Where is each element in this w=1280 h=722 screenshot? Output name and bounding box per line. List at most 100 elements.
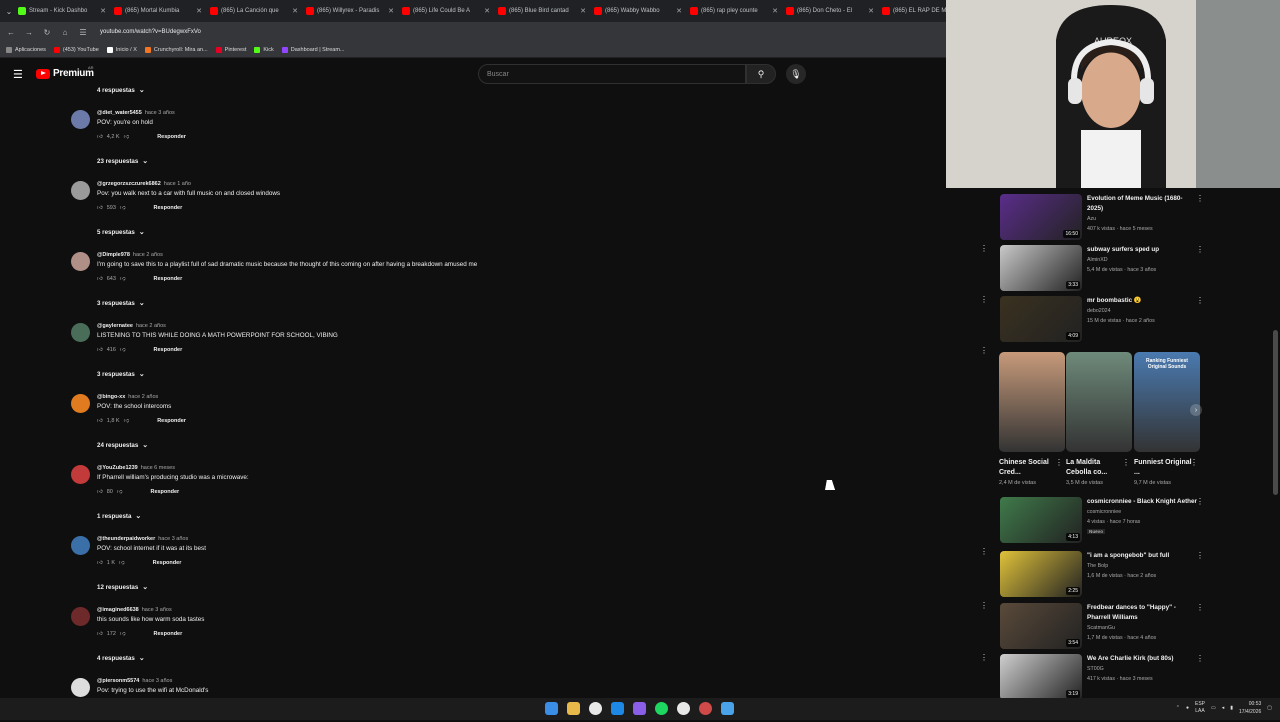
battery-icon[interactable]: ▮ (1230, 705, 1233, 711)
close-icon[interactable]: ✕ (196, 7, 202, 15)
browser-tab[interactable]: (865) rap pley counte ✕ (686, 1, 782, 21)
comment-author[interactable]: @grzegorzszczurek6862 (97, 181, 161, 187)
video-title[interactable]: Fredbear dances to "Happy" - Pharrell Wi… (1087, 604, 1176, 621)
network-icon[interactable]: ▭ (1211, 705, 1216, 711)
steam-icon[interactable] (611, 702, 624, 715)
app-icon[interactable] (699, 702, 712, 715)
video-channel[interactable]: ScatmanGu (1087, 623, 1197, 633)
more-options-icon[interactable]: ⋮ (1196, 654, 1204, 663)
more-options-icon[interactable]: ⋮ (1196, 194, 1204, 203)
comment-author[interactable]: @imagined6638 (97, 607, 139, 613)
reply-button[interactable]: Responder (154, 631, 183, 637)
replies-toggle[interactable]: 4 respuestas ⌄ (97, 86, 145, 94)
video-channel[interactable]: ST00G (1087, 664, 1197, 674)
tab-search-icon[interactable]: ⌄ (4, 7, 14, 16)
browser-tab[interactable]: (865) La Canción que ✕ (206, 1, 302, 21)
comment-time[interactable]: hace 1 año (164, 181, 191, 187)
comment-time[interactable]: hace 3 años (142, 607, 172, 613)
dislike-icon[interactable]: 👎︎ (124, 418, 130, 424)
chrome-active-icon[interactable] (677, 702, 690, 715)
video-title[interactable]: subway surfers sped up (1087, 246, 1159, 253)
menu-icon[interactable]: ☰ (13, 68, 23, 81)
short-title[interactable]: La Maldita Cebolla co... (1066, 458, 1126, 478)
like-icon[interactable]: 👍︎ (97, 276, 103, 282)
clock[interactable]: 00:53 17/4/2026 (1239, 700, 1261, 716)
chevron-right-icon[interactable]: › (1190, 404, 1202, 416)
avatar[interactable] (71, 536, 90, 555)
close-icon[interactable]: ✕ (868, 7, 874, 15)
reply-button[interactable]: Responder (150, 489, 179, 495)
reply-button[interactable]: Responder (153, 560, 182, 566)
browser-tab[interactable]: (865) Wabby Wabbo ✕ (590, 1, 686, 21)
video-thumbnail[interactable]: 3:33 (1000, 245, 1082, 291)
short-thumbnail[interactable] (999, 352, 1065, 452)
replies-toggle[interactable]: 24 respuestas ⌄ (97, 441, 148, 449)
discord-icon[interactable] (633, 702, 646, 715)
bookmark-item[interactable]: Pinterest (215, 46, 246, 53)
more-options-icon[interactable]: ⋮ (1196, 603, 1204, 612)
comment-author[interactable]: @diet_water5455 (97, 110, 142, 116)
browser-tab[interactable]: Stream - Kick Dashbo ✕ (14, 1, 110, 21)
avatar[interactable] (71, 252, 90, 271)
mic-tray-icon[interactable]: ● (1186, 705, 1189, 711)
back-icon[interactable]: ← (6, 28, 16, 37)
search-input[interactable]: Buscar (478, 64, 746, 84)
browser-tab[interactable]: (865) Blue Bird cantad ✕ (494, 1, 590, 21)
volume-icon[interactable]: ◂ (1222, 705, 1225, 711)
search-button[interactable]: ⚲ (746, 64, 776, 84)
comment-author[interactable]: @bingo-xx (97, 394, 125, 400)
more-options-icon[interactable]: ⋮ (1196, 245, 1204, 254)
more-options-icon[interactable]: ⋮ (980, 295, 988, 304)
video-thumbnail[interactable]: 2:25 (1000, 551, 1082, 597)
more-options-icon[interactable]: ⋮ (1196, 497, 1204, 506)
home-icon[interactable]: ⌂ (60, 28, 70, 37)
short-thumbnail[interactable] (1066, 352, 1132, 452)
comment-author[interactable]: @gaylernatee (97, 323, 133, 329)
file-explorer-icon[interactable] (567, 702, 580, 715)
youtube-logo[interactable]: Premium AR (36, 65, 94, 79)
replies-toggle[interactable]: 3 respuestas ⌄ (97, 299, 145, 307)
close-icon[interactable]: ✕ (388, 7, 394, 15)
dislike-icon[interactable]: 👎︎ (117, 489, 123, 495)
dislike-icon[interactable]: 👎︎ (119, 560, 125, 566)
like-icon[interactable]: 👍︎ (97, 489, 103, 495)
comment-time[interactable]: hace 3 años (145, 110, 175, 116)
replies-toggle[interactable]: 5 respuestas ⌄ (97, 228, 145, 236)
dislike-icon[interactable]: 👎︎ (120, 205, 126, 211)
start-icon[interactable] (545, 702, 558, 715)
more-options-icon[interactable]: ⋮ (980, 244, 988, 253)
dislike-icon[interactable]: 👎︎ (124, 134, 130, 140)
replies-toggle[interactable]: 3 respuestas ⌄ (97, 370, 145, 378)
more-options-icon[interactable]: ⋮ (980, 346, 988, 355)
close-icon[interactable]: ✕ (772, 7, 778, 15)
comment-time[interactable]: hace 3 años (158, 536, 188, 542)
browser-tab[interactable]: (865) Don Cheto - El ✕ (782, 1, 878, 21)
close-icon[interactable]: ✕ (484, 7, 490, 15)
dislike-icon[interactable]: 👎︎ (120, 276, 126, 282)
bookmark-item[interactable]: (453) YouTube (53, 46, 99, 53)
video-thumbnail[interactable]: 3:54 (1000, 603, 1082, 649)
browser-tab[interactable]: (865) Willyrex - Paradis ✕ (302, 1, 398, 21)
video-title[interactable]: Evolution of Meme Music (1680-2025) (1087, 195, 1183, 212)
comment-author[interactable]: @theunderpaidworker (97, 536, 155, 542)
video-channel[interactable]: cosmicronniee (1087, 507, 1197, 517)
video-thumbnail[interactable]: 3:19 (1000, 654, 1082, 700)
short-title[interactable]: Funniest Original ... (1134, 458, 1194, 478)
language-indicator[interactable]: ESP LAA (1195, 701, 1205, 715)
avatar[interactable] (71, 323, 90, 342)
address-bar[interactable]: youtube.com/watch?v=BUdegwxFxVo (100, 29, 201, 35)
comment-time[interactable]: hace 2 años (128, 394, 158, 400)
replies-toggle[interactable]: 12 respuestas ⌄ (97, 583, 148, 591)
bookmark-item[interactable]: Crunchyroll: Mira an... (144, 46, 208, 53)
close-icon[interactable]: ✕ (292, 7, 298, 15)
site-info-icon[interactable]: ☰ (78, 28, 88, 37)
dislike-icon[interactable]: 👎︎ (120, 347, 126, 353)
reply-button[interactable]: Responder (154, 347, 183, 353)
more-options-icon[interactable]: ⋮ (1190, 458, 1198, 467)
reload-icon[interactable]: ↻ (42, 28, 52, 37)
video-thumbnail[interactable]: 4:09 (1000, 296, 1082, 342)
avatar[interactable] (71, 181, 90, 200)
more-options-icon[interactable]: ⋮ (980, 653, 988, 662)
more-options-icon[interactable]: ⋮ (1122, 458, 1130, 467)
video-title[interactable]: We Are Charlie Kirk (but 80s) (1087, 655, 1173, 662)
